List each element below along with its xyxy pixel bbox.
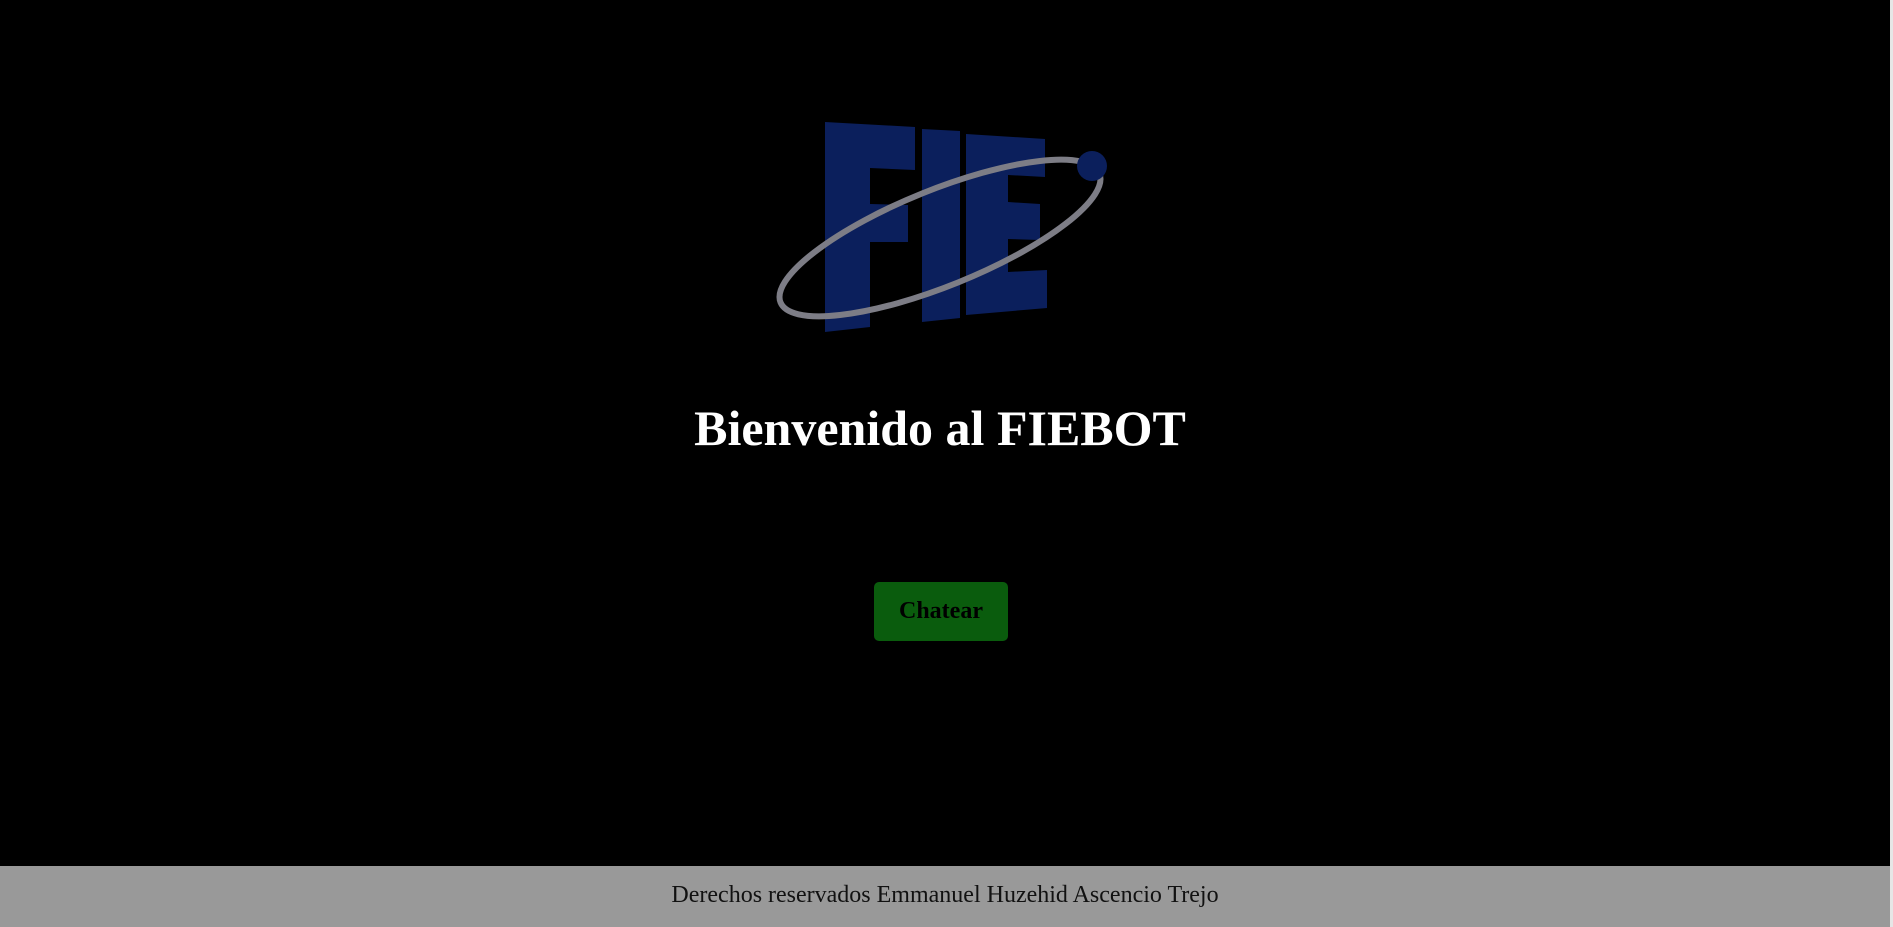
footer: Derechos reservados Emmanuel Huzehid Asc… [0,866,1890,927]
logo-orbit-dot [1077,151,1107,181]
footer-copyright: Derechos reservados Emmanuel Huzehid Asc… [671,882,1219,908]
page-title: Bienvenido al FIEBOT [694,400,1186,456]
page: Bienvenido al FIEBOT Chatear Derechos re… [0,0,1890,927]
chat-button[interactable]: Chatear [874,582,1008,641]
fie-logo [776,122,1107,332]
